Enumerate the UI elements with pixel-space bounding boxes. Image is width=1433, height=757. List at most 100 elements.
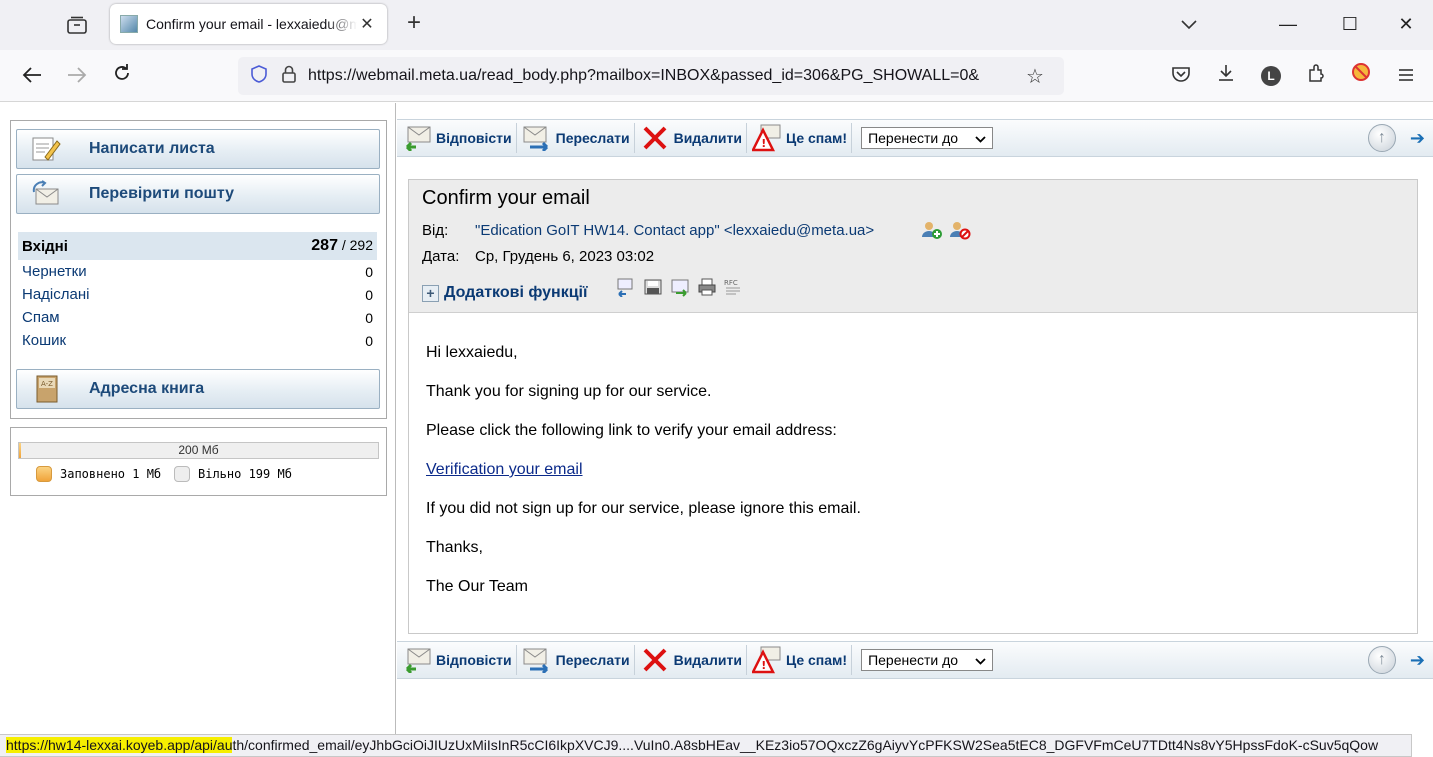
extra-function-icons: RFC: [614, 277, 745, 299]
menu-icon[interactable]: [1391, 62, 1421, 90]
status-url-rest: th/confirmed_email/eyJhbGciOiJIUzUxMiIsI…: [232, 737, 1379, 753]
reload-icon[interactable]: [107, 62, 137, 92]
folder-name: Вхідні: [22, 237, 68, 255]
date-key: Дата:: [422, 248, 460, 265]
folder-count: 0: [365, 309, 373, 326]
forward-label: Переслати: [555, 130, 630, 146]
folder-trash[interactable]: Кошик 0: [18, 329, 377, 352]
block-sender-icon[interactable]: [949, 220, 971, 240]
folder-list: Вхідні 287 / 292 Чернетки 0 Надіслані 0 …: [18, 232, 377, 352]
shield-icon[interactable]: [248, 64, 270, 88]
folder-panel: Написати листа Перевірити пошту Вхідні 2…: [10, 120, 387, 419]
profile-avatar[interactable]: L: [1256, 62, 1286, 90]
address-book-button[interactable]: A-Z Адресна книга: [16, 369, 380, 409]
check-mail-label: Перевірити пошту: [89, 185, 234, 202]
folder-count: 287 / 292: [311, 237, 373, 255]
extra-functions-toggle[interactable]: + Додаткові функції: [422, 284, 587, 302]
reply-all-icon[interactable]: [614, 277, 637, 299]
quota-used-legend: Заповнено 1 Мб: [36, 466, 161, 482]
left-pane: Написати листа Перевірити пошту Вхідні 2…: [0, 103, 396, 757]
spam-button[interactable]: ! Це спам!: [747, 123, 853, 153]
extra-functions-label: Додаткові функції: [444, 284, 588, 301]
maximize-button[interactable]: ☐: [1330, 10, 1370, 38]
close-window-button[interactable]: ✕: [1386, 10, 1426, 38]
up-arrow-icon[interactable]: ↑: [1367, 124, 1396, 152]
profile-initial: L: [1261, 66, 1281, 86]
spam-warning-icon: !: [751, 645, 783, 675]
quota-panel: 200 Мб Заповнено 1 Мб Вільно 199 Мб: [10, 427, 387, 496]
reply-button[interactable]: Відповісти: [397, 123, 517, 153]
download-icon[interactable]: [1211, 62, 1241, 90]
move-to-select[interactable]: Перенести до: [861, 649, 994, 671]
folder-sent[interactable]: Надіслані 0: [18, 283, 377, 306]
rfc-source-icon[interactable]: RFC: [722, 277, 745, 299]
reply-icon: [401, 645, 433, 675]
move-message-icon[interactable]: [668, 277, 691, 299]
tab-overflow-chevron-icon[interactable]: [1169, 10, 1209, 38]
message-subject: Confirm your email: [422, 187, 590, 209]
url-text[interactable]: https://webmail.meta.ua/read_body.php?ma…: [308, 67, 1020, 85]
delete-icon: [639, 123, 671, 153]
reply-icon: [401, 123, 433, 153]
print-icon[interactable]: [695, 277, 718, 299]
back-icon[interactable]: [17, 62, 47, 92]
lock-icon[interactable]: [278, 65, 300, 88]
sender-actions: [921, 220, 971, 240]
date-value: Ср, Грудень 6, 2023 03:02: [475, 248, 655, 265]
delete-button[interactable]: Видалити: [635, 645, 747, 675]
move-to-select[interactable]: Перенести до: [861, 127, 994, 149]
delete-label: Видалити: [673, 130, 742, 146]
from-value[interactable]: "Edication GoIT HW14. Contact app" <lexx…: [475, 222, 874, 239]
minimize-button[interactable]: —: [1268, 10, 1308, 38]
message-frame: Confirm your email Від: "Edication GoIT …: [408, 179, 1418, 634]
forward-button[interactable]: Переслати: [517, 123, 635, 153]
folder-spam[interactable]: Спам 0: [18, 306, 377, 329]
forward-button[interactable]: Переслати: [517, 645, 635, 675]
message-header: Confirm your email Від: "Edication GoIT …: [409, 180, 1417, 313]
blocker-extension-icon[interactable]: [1346, 62, 1376, 90]
folder-name: Надіслані: [22, 286, 90, 303]
add-contact-icon[interactable]: [921, 220, 943, 240]
check-mail-button[interactable]: Перевірити пошту: [16, 174, 380, 214]
folder-name: Чернетки: [22, 263, 87, 280]
svg-text:A-Z: A-Z: [41, 380, 53, 388]
body-signature: The Our Team: [426, 578, 528, 595]
folder-drafts[interactable]: Чернетки 0: [18, 260, 377, 283]
compose-icon: [29, 134, 63, 164]
save-icon[interactable]: [641, 277, 664, 299]
extensions-icon[interactable]: [1301, 62, 1331, 90]
navigation-bar: https://webmail.meta.ua/read_body.php?ma…: [0, 50, 1433, 102]
tab-close-icon[interactable]: ✕: [357, 14, 377, 34]
spam-button[interactable]: ! Це спам!: [747, 645, 853, 675]
reply-button[interactable]: Відповісти: [397, 645, 517, 675]
delete-icon: [639, 645, 671, 675]
message-toolbar-top: Відповісти Переслати Видалити ! Це спам!…: [397, 119, 1433, 157]
up-arrow-icon[interactable]: ↑: [1367, 646, 1396, 674]
bookmark-star-icon[interactable]: ☆: [1020, 64, 1050, 89]
move-to-label: Перенести до: [868, 652, 959, 668]
next-message-icon[interactable]: ➔: [1410, 128, 1425, 149]
svg-text:!: !: [761, 659, 766, 672]
delete-button[interactable]: Видалити: [635, 123, 747, 153]
compose-button[interactable]: Написати листа: [16, 129, 380, 169]
tab-list-icon[interactable]: [58, 10, 96, 40]
date-row: Дата: Ср, Грудень 6, 2023 03:02: [422, 248, 654, 265]
forward-icon[interactable]: [62, 62, 92, 92]
quota-total: 200 Мб: [178, 443, 219, 457]
verification-link[interactable]: Verification your email: [426, 461, 583, 478]
svg-text:!: !: [761, 137, 766, 150]
url-bar[interactable]: https://webmail.meta.ua/read_body.php?ma…: [238, 57, 1064, 95]
quota-used-label: Заповнено 1 Мб: [60, 467, 162, 481]
pocket-icon[interactable]: [1166, 62, 1196, 90]
spam-warning-icon: !: [751, 123, 783, 153]
forward-mail-icon: [521, 123, 553, 153]
quota-bar: 200 Мб: [18, 442, 379, 459]
next-message-icon[interactable]: ➔: [1410, 650, 1425, 671]
spam-label: Це спам!: [785, 652, 848, 668]
new-tab-button[interactable]: +: [400, 10, 428, 38]
from-row: Від: "Edication GoIT HW14. Contact app" …: [422, 222, 874, 239]
body-greeting: Hi lexxaiedu,: [426, 344, 518, 361]
folder-inbox[interactable]: Вхідні 287 / 292: [18, 232, 377, 260]
verification-link-wrapper: Verification your email: [421, 459, 627, 481]
tab-active[interactable]: Confirm your email - lexxaiedu@meta.ua ✕: [110, 4, 387, 44]
